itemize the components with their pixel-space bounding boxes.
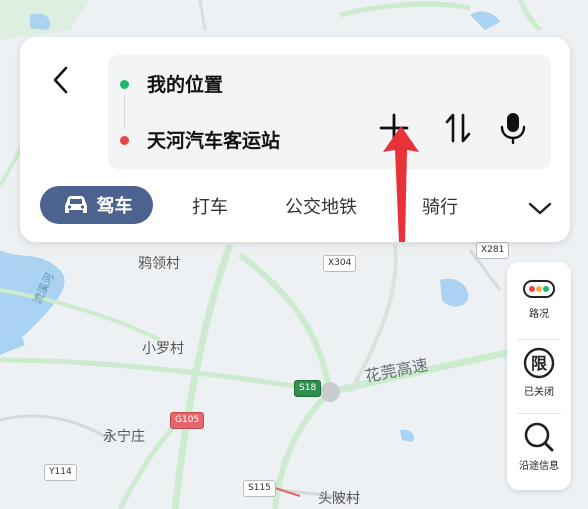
traffic-light-icon bbox=[523, 280, 555, 298]
restriction-icon-char: 限 bbox=[531, 354, 548, 373]
restriction-button[interactable]: 限 已关闭 bbox=[507, 346, 571, 398]
tab-taxi-label: 打车 bbox=[192, 197, 228, 218]
road-badge: G105 bbox=[170, 412, 205, 429]
car-icon bbox=[64, 196, 87, 213]
tab-drive[interactable]: 驾车 bbox=[40, 186, 153, 224]
along-route-label: 沿途信息 bbox=[519, 461, 559, 472]
route-card: 我的位置 天河汽车客运站 驾车 打车 公交地铁 骑行 bbox=[20, 37, 570, 242]
divider bbox=[517, 339, 561, 340]
restriction-icon: 限 bbox=[523, 347, 555, 379]
route-connector bbox=[124, 95, 125, 129]
traffic-button[interactable]: 路况 bbox=[507, 276, 571, 320]
tab-transit-label: 公交地铁 bbox=[285, 197, 357, 218]
swap-icon bbox=[445, 113, 471, 143]
tab-transit[interactable]: 公交地铁 bbox=[285, 189, 357, 223]
chevron-down-icon bbox=[528, 202, 552, 215]
microphone-icon bbox=[500, 113, 526, 145]
road-badge: S115 bbox=[243, 480, 276, 497]
search-icon bbox=[524, 422, 554, 452]
restriction-label: 已关闭 bbox=[524, 387, 554, 398]
road-badge: X304 bbox=[323, 255, 357, 272]
tab-bike[interactable]: 骑行 bbox=[422, 189, 458, 223]
road-badge: X281 bbox=[476, 242, 510, 259]
start-dot-icon bbox=[120, 80, 129, 89]
origin-field[interactable]: 我的位置 bbox=[147, 70, 223, 97]
map-label-place: 小罗村 bbox=[142, 341, 184, 357]
annotation-arrow-icon bbox=[383, 126, 419, 242]
travel-mode-tabs: 驾车 打车 公交地铁 骑行 bbox=[40, 185, 560, 225]
road-badge: S18 bbox=[294, 380, 322, 397]
tab-bike-label: 骑行 bbox=[422, 197, 458, 218]
map-label-place: 头陂村 bbox=[318, 491, 360, 507]
map-tools-panel: 路况 限 已关闭 沿途信息 bbox=[507, 262, 571, 490]
more-modes-button[interactable] bbox=[527, 191, 553, 225]
swap-route-button[interactable] bbox=[440, 108, 476, 148]
map-label-place: 鸦领村 bbox=[138, 256, 180, 272]
destination-field[interactable]: 天河汽车客运站 bbox=[147, 126, 280, 153]
tab-drive-label: 驾车 bbox=[96, 196, 133, 217]
road-badge: Y114 bbox=[44, 464, 77, 481]
tab-taxi[interactable]: 打车 bbox=[192, 189, 228, 223]
end-dot-icon bbox=[120, 136, 129, 145]
divider bbox=[517, 413, 561, 414]
along-route-button[interactable]: 沿途信息 bbox=[507, 420, 571, 472]
route-input-box: 我的位置 天河汽车客运站 bbox=[108, 55, 551, 169]
back-arrow-icon bbox=[53, 66, 68, 94]
back-button[interactable] bbox=[48, 65, 76, 95]
traffic-label: 路况 bbox=[529, 309, 549, 320]
map-label-place: 永宁庄 bbox=[103, 429, 145, 445]
voice-input-button[interactable] bbox=[495, 108, 531, 148]
